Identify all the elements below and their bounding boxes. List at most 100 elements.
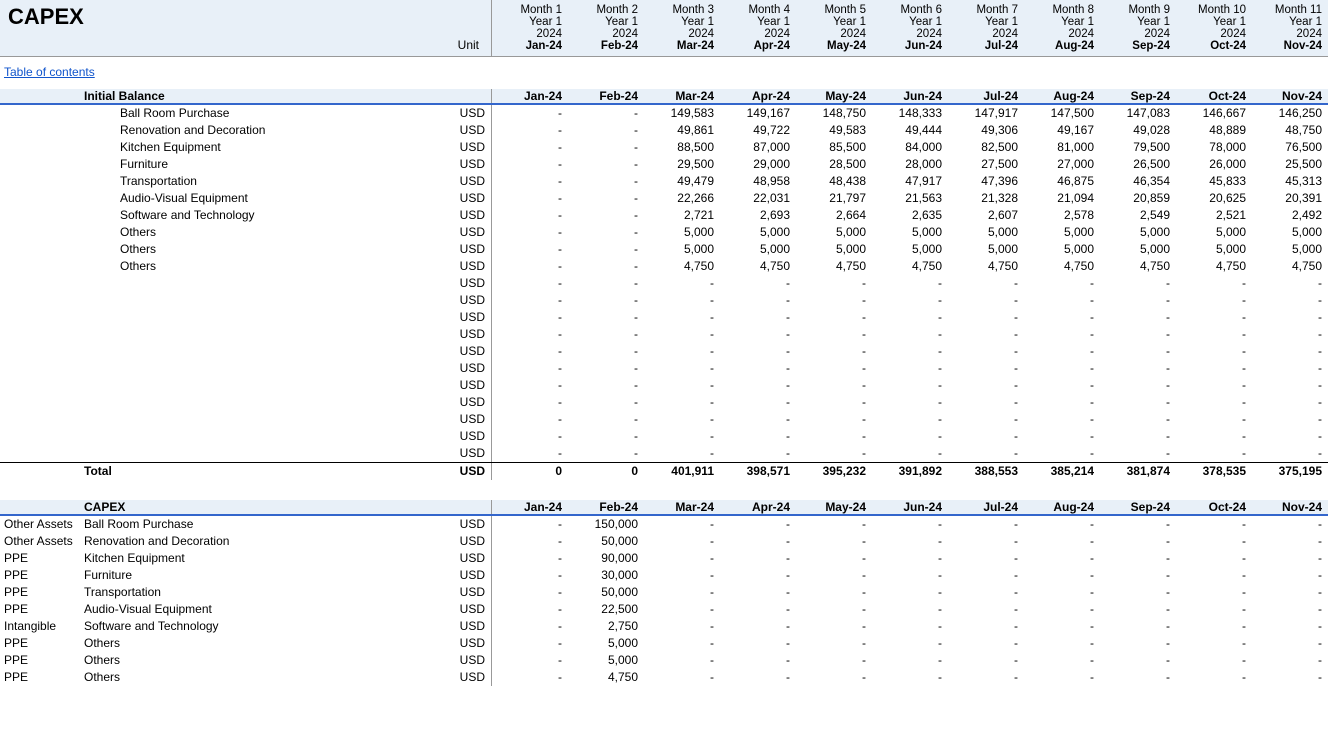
data-cell: - <box>568 224 644 241</box>
data-cell: - <box>872 394 948 411</box>
data-cell: - <box>644 428 720 445</box>
data-cell: 2,521 <box>1176 207 1252 224</box>
data-cell: 27,500 <box>948 156 1024 173</box>
data-cell: 22,031 <box>720 190 796 207</box>
data-cell: 49,479 <box>644 173 720 190</box>
row-name: Kitchen Equipment <box>84 139 445 156</box>
data-cell: - <box>492 618 568 635</box>
month-label: Feb-24 <box>568 500 644 514</box>
data-cell: - <box>1024 326 1100 343</box>
section-title: Initial Balance <box>84 89 445 103</box>
month-label: Oct-24 <box>1176 89 1252 103</box>
data-cell: - <box>1252 584 1328 601</box>
data-cell: - <box>1252 652 1328 669</box>
row-name: Others <box>84 224 445 241</box>
month-header-col: Month 6Year 12024Jun-24 <box>872 0 948 56</box>
data-cell: 4,750 <box>1252 258 1328 275</box>
data-cell: - <box>796 669 872 686</box>
data-cell: - <box>492 584 568 601</box>
data-cell: - <box>492 445 568 462</box>
data-cell: 46,354 <box>1100 173 1176 190</box>
data-cell: - <box>1024 428 1100 445</box>
data-cell: - <box>1100 533 1176 550</box>
data-cell: - <box>872 411 948 428</box>
table-row: USD----------- <box>0 377 1328 394</box>
data-cell: - <box>1024 411 1100 428</box>
row-unit: USD <box>445 173 491 190</box>
data-cell: 2,635 <box>872 207 948 224</box>
data-cell: - <box>720 292 796 309</box>
data-cell: - <box>1024 275 1100 292</box>
data-cell: 5,000 <box>1252 224 1328 241</box>
data-cell: 4,750 <box>568 669 644 686</box>
data-cell: - <box>492 550 568 567</box>
data-cell: - <box>568 428 644 445</box>
data-cell: - <box>568 292 644 309</box>
row-category: PPE <box>0 584 84 601</box>
data-cell: - <box>720 533 796 550</box>
data-cell: - <box>1024 309 1100 326</box>
row-category: PPE <box>0 567 84 584</box>
row-unit: USD <box>445 207 491 224</box>
toc-link[interactable]: Table of contents <box>4 65 95 79</box>
section-capex-header: CAPEX Jan-24Feb-24Mar-24Apr-24May-24Jun-… <box>0 500 1328 516</box>
data-cell: 20,391 <box>1252 190 1328 207</box>
data-cell: - <box>1024 292 1100 309</box>
data-cell: - <box>1252 618 1328 635</box>
data-cell: - <box>948 584 1024 601</box>
data-cell: - <box>644 292 720 309</box>
table-row: OthersUSD--5,0005,0005,0005,0005,0005,00… <box>0 241 1328 258</box>
data-cell: - <box>948 377 1024 394</box>
data-cell: 5,000 <box>720 241 796 258</box>
data-cell: 147,500 <box>1024 105 1100 122</box>
total-cell: 388,553 <box>948 463 1024 480</box>
row-unit: USD <box>445 669 491 686</box>
data-cell: 2,607 <box>948 207 1024 224</box>
data-cell: 49,583 <box>796 122 872 139</box>
data-cell: 28,500 <box>796 156 872 173</box>
data-cell: 21,328 <box>948 190 1024 207</box>
data-cell: - <box>644 516 720 533</box>
data-cell: - <box>796 652 872 669</box>
table-row: OthersUSD--4,7504,7504,7504,7504,7504,75… <box>0 258 1328 275</box>
data-cell: - <box>1100 584 1176 601</box>
row-unit: USD <box>445 411 491 428</box>
data-cell: 21,563 <box>872 190 948 207</box>
data-cell: - <box>1176 309 1252 326</box>
data-cell: - <box>1024 377 1100 394</box>
data-cell: 49,028 <box>1100 122 1176 139</box>
data-cell: - <box>1100 428 1176 445</box>
table-row: USD----------- <box>0 292 1328 309</box>
data-cell: - <box>948 601 1024 618</box>
data-cell: - <box>1024 550 1100 567</box>
data-cell: - <box>872 428 948 445</box>
row-unit: USD <box>445 309 491 326</box>
data-cell: - <box>720 360 796 377</box>
table-row: FurnitureUSD--29,50029,00028,50028,00027… <box>0 156 1328 173</box>
data-cell: - <box>644 652 720 669</box>
data-cell: - <box>1100 275 1176 292</box>
data-cell: - <box>1024 343 1100 360</box>
page-header: CAPEX Unit Month 1Year 12024Jan-24Month … <box>0 0 1328 57</box>
data-cell: 20,625 <box>1176 190 1252 207</box>
data-cell: - <box>796 567 872 584</box>
data-cell: - <box>720 394 796 411</box>
data-cell: - <box>1176 394 1252 411</box>
data-cell: 2,578 <box>1024 207 1100 224</box>
data-cell: - <box>872 533 948 550</box>
data-cell: 28,000 <box>872 156 948 173</box>
table-row: Renovation and DecorationUSD--49,86149,7… <box>0 122 1328 139</box>
table-row: OthersUSD--5,0005,0005,0005,0005,0005,00… <box>0 224 1328 241</box>
data-cell: - <box>948 360 1024 377</box>
data-cell: - <box>720 618 796 635</box>
month-label: Mar-24 <box>644 500 720 514</box>
data-cell: - <box>796 516 872 533</box>
total-cell: 381,874 <box>1100 463 1176 480</box>
table-row: Other AssetsBall Room PurchaseUSD-150,00… <box>0 516 1328 533</box>
data-cell: - <box>1176 533 1252 550</box>
data-cell: - <box>492 343 568 360</box>
row-unit: USD <box>445 584 491 601</box>
row-unit: USD <box>445 377 491 394</box>
data-cell: 21,094 <box>1024 190 1100 207</box>
data-cell: - <box>720 326 796 343</box>
